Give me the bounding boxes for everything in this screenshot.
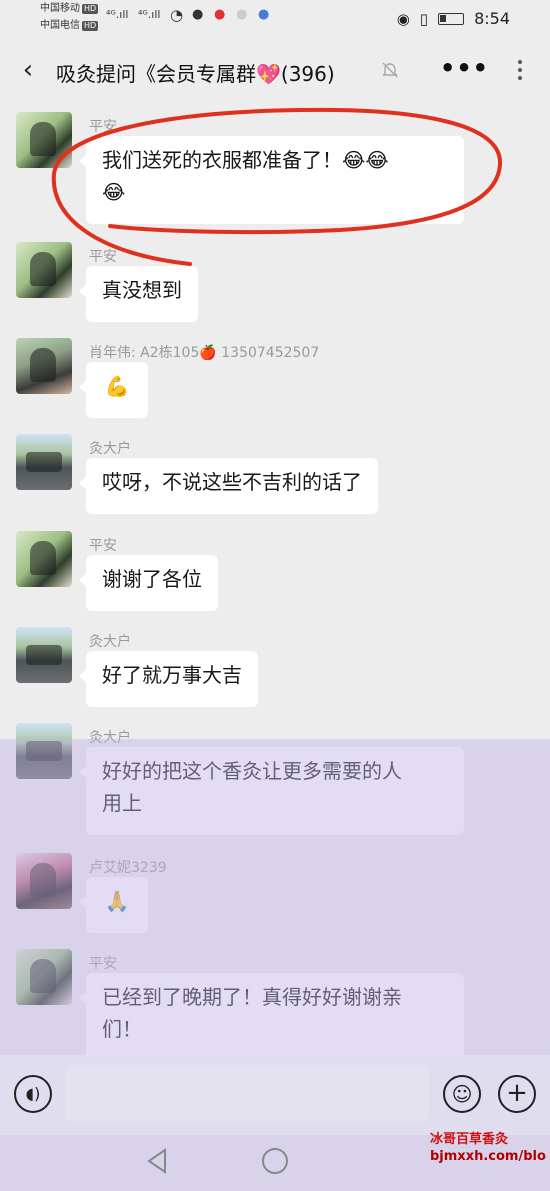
sender-name: 灸大户 (89, 441, 131, 457)
message-bubble[interactable]: 好了就万事大吉 (79, 651, 258, 707)
avatar[interactable] (16, 627, 72, 683)
voice-icon[interactable]: ◖) (14, 1075, 52, 1113)
hd-badge: HD (82, 21, 99, 31)
hd-badge: HD (82, 4, 99, 14)
avatar[interactable] (16, 434, 72, 490)
plus-icon[interactable]: + (498, 1075, 536, 1113)
sender-name: 平安 (89, 538, 117, 554)
message-bubble[interactable]: 我们送死的衣服都准备了！😂😂 😂 (79, 136, 464, 224)
watermark: 冰哥百草香灸 bjmxxh.com/blo (430, 1131, 546, 1165)
chat-header: ‹ 吸灸提问《会员专属群💖(396) ••• (0, 40, 550, 102)
more-options-icon[interactable]: ••• (440, 54, 489, 82)
system-back-icon[interactable] (145, 1147, 169, 1175)
status-right: ◉ ▯ 8:54 (397, 9, 510, 28)
message-text: 我们送死的衣服都准备了！😂😂 (102, 148, 389, 172)
carrier-1-label: 中国移动 (40, 3, 80, 14)
message-text: 谢谢了各位 (102, 567, 202, 591)
status-bar: 中国移动 HD 中国电信 HD ⁴ᴳ.ıll ⁴ᴳ.ıll ◔ ● ● ● ● ◉ … (0, 0, 550, 40)
avatar[interactable] (16, 338, 72, 394)
signal-icon: ⁴ᴳ.ıll (106, 8, 129, 21)
mute-bell-icon (382, 62, 398, 78)
wifi-icon: ◔ (170, 6, 184, 24)
watermark-line2: bjmxxh.com/blo (430, 1149, 546, 1164)
carrier-2: 中国电信 HD (40, 20, 99, 32)
back-icon[interactable]: ‹ (14, 54, 42, 86)
vibrate-icon: ▯ (419, 9, 429, 28)
message-bubble[interactable]: 谢谢了各位 (79, 555, 218, 611)
flex-emoji: 💪 (104, 374, 130, 398)
sender-name: 平安 (89, 249, 117, 265)
signal-icon: ⁴ᴳ.ıll (138, 8, 161, 21)
avatar[interactable] (16, 531, 72, 587)
sender-name: 灸大户 (89, 634, 131, 650)
message-input[interactable] (66, 1065, 429, 1121)
message-bubble[interactable]: 💪 (79, 362, 148, 418)
message-bubble[interactable]: 真没想到 (79, 266, 198, 322)
message-text-line2: 😂 (102, 180, 126, 204)
avatar[interactable] (16, 112, 72, 168)
vertical-menu-icon[interactable] (508, 56, 532, 86)
watermark-line1: 冰哥百草香灸 (430, 1132, 509, 1147)
app-icon: ● (236, 7, 248, 22)
wechat-icon: ● (192, 7, 204, 22)
chat-title: 吸灸提问《会员专属群💖(396) (56, 62, 335, 86)
music-icon: ● (258, 7, 270, 22)
weibo-icon: ● (214, 7, 226, 22)
emoji-icon[interactable]: ☺ (443, 1075, 481, 1113)
avatar[interactable] (16, 242, 72, 298)
clock: 8:54 (474, 9, 510, 28)
eye-icon: ◉ (396, 9, 410, 28)
battery-icon (438, 12, 465, 25)
system-home-icon[interactable] (262, 1148, 288, 1174)
carrier-2-label: 中国电信 (40, 20, 80, 31)
message-text: 哎呀，不说这些不吉利的话了 (102, 470, 362, 494)
message-text: 真没想到 (102, 278, 182, 302)
sender-name: 肖年伟: A2栋105🍎 13507452507 (89, 345, 320, 361)
message-bubble[interactable]: 哎呀，不说这些不吉利的话了 (79, 458, 378, 514)
input-bar: ◖) ☺ + (0, 1055, 550, 1135)
carrier-1: 中国移动 HD (40, 3, 99, 15)
message-text: 好了就万事大吉 (102, 663, 242, 687)
sender-name: 平安 (89, 119, 117, 135)
